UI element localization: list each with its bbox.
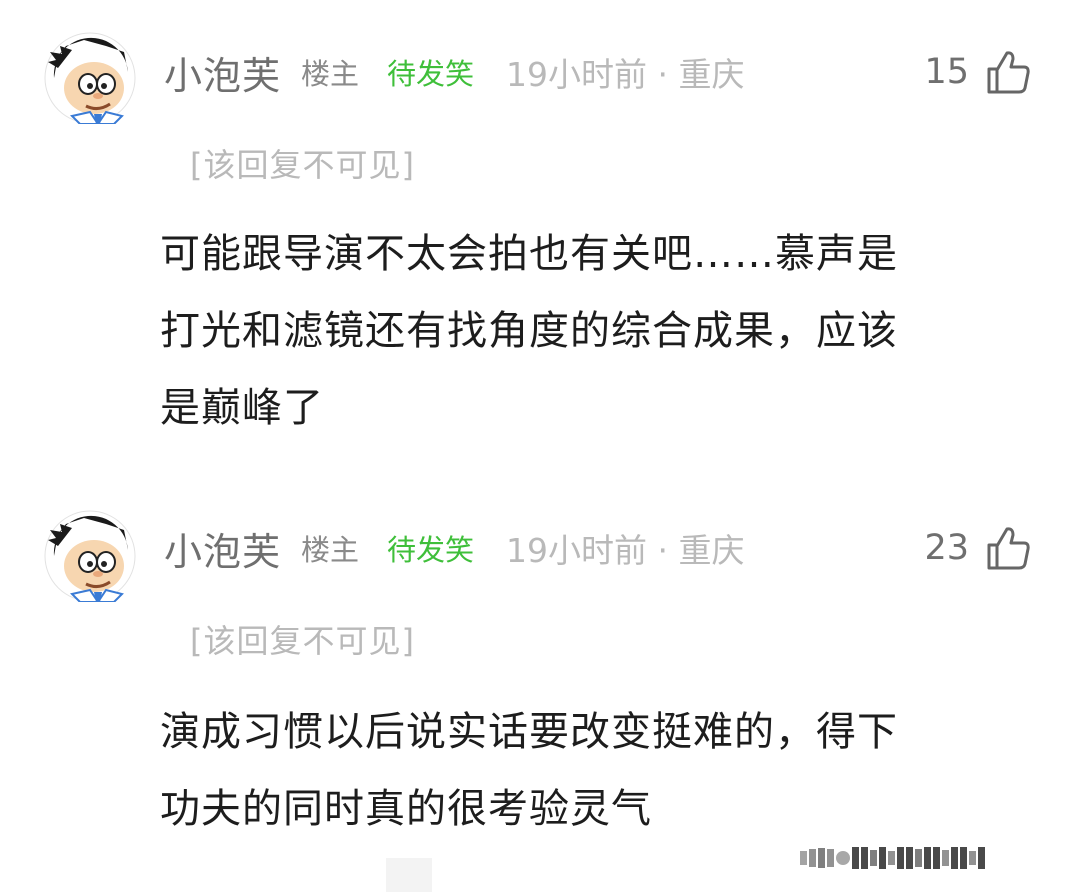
watermark-mark xyxy=(942,850,949,866)
watermark-mark xyxy=(879,847,886,869)
hidden-reply-notice: [该回复不可见] xyxy=(190,146,415,184)
hidden-reply-notice: [该回复不可见] xyxy=(190,622,415,660)
watermark-mark xyxy=(969,851,976,865)
comment-body: 演成习惯以后说实话要改变挺难的，得下 功夫的同时真的很考验灵气 xyxy=(160,694,1040,848)
cartoon-boy-avatar-icon xyxy=(44,32,136,124)
watermark-mark xyxy=(933,847,940,869)
comment-line: 功夫的同时真的很考验灵气 xyxy=(160,786,652,832)
comment-line: 打光和滤镜还有找角度的综合成果，应该 xyxy=(160,308,898,354)
like-button[interactable]: 15 xyxy=(924,42,1031,102)
watermark-mark xyxy=(809,849,816,867)
comment-line: 演成习惯以后说实话要改变挺难的，得下 xyxy=(160,709,898,755)
watermark-mark xyxy=(924,847,931,869)
watermark-mark xyxy=(978,847,985,869)
faint-overlay-block xyxy=(386,858,432,892)
timestamp-location: 19小时前 · 重庆 xyxy=(506,55,745,94)
comment-line: 是巅峰了 xyxy=(160,385,324,431)
like-count: 23 xyxy=(924,528,969,568)
watermark-mark xyxy=(888,851,895,865)
watermark-mark xyxy=(836,851,850,865)
watermark-mark xyxy=(915,849,922,867)
watermark-mark xyxy=(906,847,913,869)
watermark-mark xyxy=(827,849,834,867)
watermark-mark xyxy=(852,847,859,869)
op-badge: 楼主 xyxy=(301,57,360,91)
comment-meta: 小泡芙 楼主 待发笑 19小时前 · 重庆 xyxy=(164,518,745,578)
watermark-mark xyxy=(818,848,825,868)
op-badge: 楼主 xyxy=(301,533,360,567)
user-avatar[interactable] xyxy=(44,32,136,124)
comment-line: 可能跟导演不太会拍也有关吧……慕声是 xyxy=(160,231,898,277)
thumbs-up-icon xyxy=(987,51,1030,94)
thumbs-up-icon xyxy=(987,527,1030,570)
comment-body: 可能跟导演不太会拍也有关吧……慕声是 打光和滤镜还有找角度的综合成果，应该 是巅… xyxy=(160,216,1040,447)
watermark-mark xyxy=(861,847,868,869)
watermark-mark xyxy=(800,851,807,865)
watermark-barcode xyxy=(800,840,1060,876)
timestamp-location: 19小时前 · 重庆 xyxy=(506,531,745,570)
medal-badge[interactable]: 待发笑 xyxy=(387,51,474,93)
comment-meta: 小泡芙 楼主 待发笑 19小时前 · 重庆 xyxy=(164,42,745,102)
like-button[interactable]: 23 xyxy=(924,518,1031,578)
username[interactable]: 小泡芙 xyxy=(164,45,281,100)
username[interactable]: 小泡芙 xyxy=(164,521,281,576)
user-avatar[interactable] xyxy=(44,510,136,602)
cartoon-boy-avatar-icon xyxy=(44,510,136,602)
watermark-mark xyxy=(897,847,904,869)
medal-badge[interactable]: 待发笑 xyxy=(387,527,474,569)
watermark-mark xyxy=(960,847,967,869)
watermark-mark xyxy=(951,847,958,869)
watermark-mark xyxy=(870,850,877,866)
like-count: 15 xyxy=(924,52,969,92)
